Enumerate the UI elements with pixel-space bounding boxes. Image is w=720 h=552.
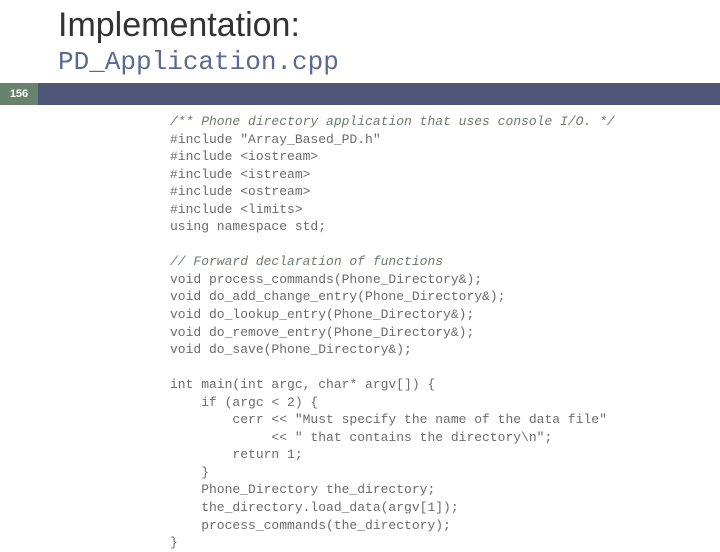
code-line: void do_lookup_entry(Phone_Directory&);	[170, 307, 474, 322]
code-line: #include <ostream>	[170, 184, 310, 199]
code-line: #include <iostream>	[170, 149, 318, 164]
code-line: // Forward declaration of functions	[170, 254, 443, 269]
code-line: return 1;	[170, 447, 303, 462]
code-line: void do_add_change_entry(Phone_Directory…	[170, 289, 505, 304]
code-line: << " that contains the directory\n";	[170, 430, 552, 445]
code-block: /** Phone directory application that use…	[170, 113, 690, 552]
code-line: #include "Array_Based_PD.h"	[170, 132, 381, 147]
page-number-badge: 156	[0, 83, 38, 105]
code-line: int main(int argc, char* argv[]) {	[170, 377, 435, 392]
header-bar: 156	[0, 83, 720, 105]
slide: Implementation: PD_Application.cpp 156 /…	[0, 0, 720, 540]
code-line: if (argc < 2) {	[170, 395, 318, 410]
header-bar-fill	[38, 83, 720, 105]
code-line: the_directory.load_data(argv[1]);	[170, 500, 459, 515]
code-line: #include <limits>	[170, 202, 303, 217]
code-line: Phone_Directory the_directory;	[170, 482, 435, 497]
code-line: /** Phone directory application that use…	[170, 114, 615, 129]
code-line: }	[170, 535, 178, 550]
code-line: using namespace std;	[170, 219, 326, 234]
slide-subtitle: PD_Application.cpp	[0, 47, 720, 83]
code-line: cerr << "Must specify the name of the da…	[170, 412, 607, 427]
code-line: process_commands(the_directory);	[170, 518, 451, 533]
code-line: void do_save(Phone_Directory&);	[170, 342, 412, 357]
code-line: #include <istream>	[170, 167, 310, 182]
code-line: void do_remove_entry(Phone_Directory&);	[170, 325, 474, 340]
code-line: }	[170, 465, 209, 480]
code-line: void process_commands(Phone_Directory&);	[170, 272, 482, 287]
slide-title: Implementation:	[0, 0, 720, 47]
